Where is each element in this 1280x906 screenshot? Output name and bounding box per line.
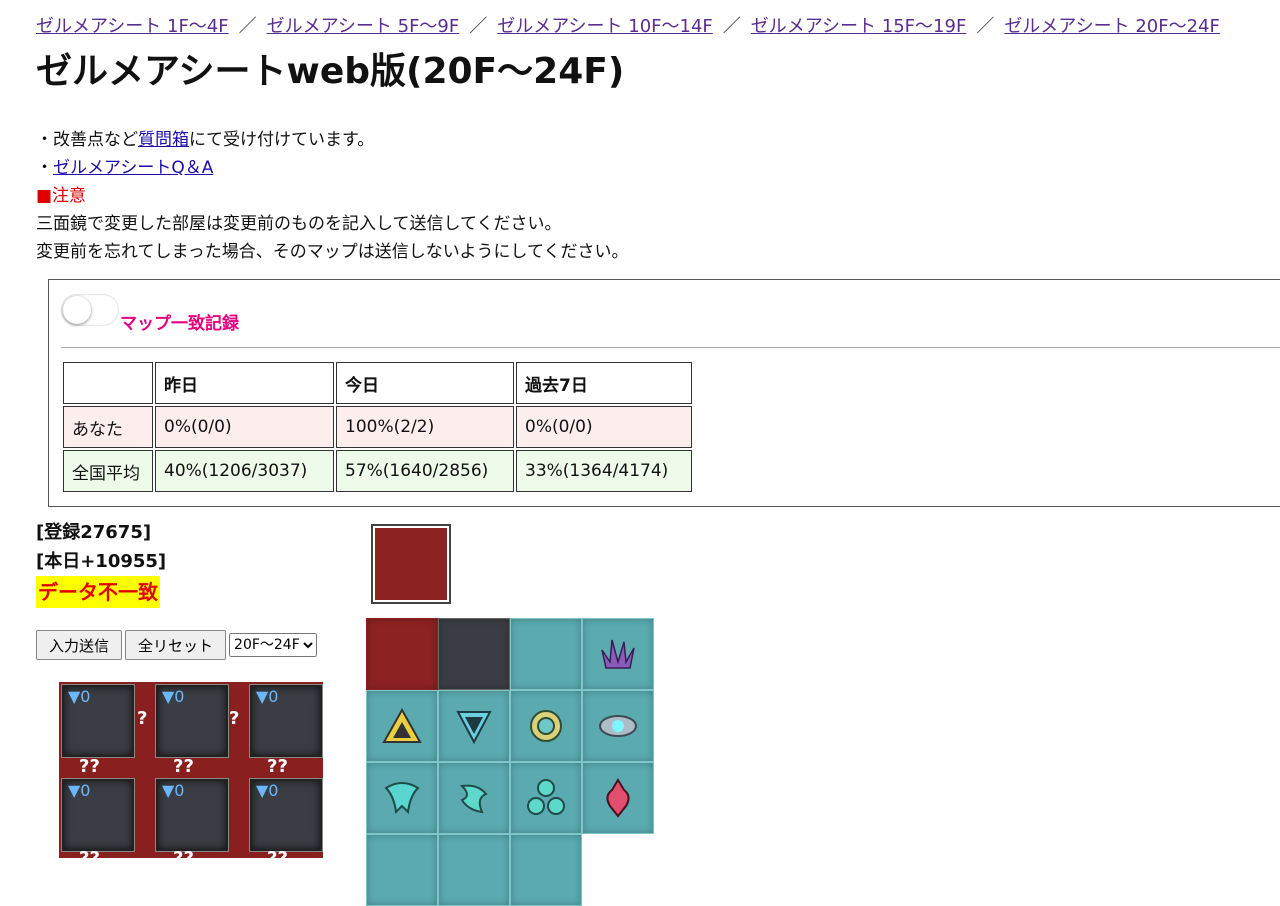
tile-empty-teal[interactable]: [510, 618, 582, 690]
notes: ・改善点など質問箱にて受け付けています。 ・ゼルメアシートQ＆A ■注意 三面鏡…: [36, 126, 628, 266]
cell-count: ▼0: [68, 687, 91, 706]
nav-link-10f-14f[interactable]: ゼルメアシート 10F～14F: [497, 16, 713, 37]
warning-line-2: 変更前を忘れてしまった場合、そのマップは送信しないようにしてください。: [36, 242, 629, 262]
shield-emblem-icon[interactable]: [438, 690, 510, 762]
unknown-path-marker[interactable]: ??: [267, 756, 288, 777]
table-cell: 100%(2/2): [336, 406, 514, 448]
table-row-you: あなた 0%(0/0) 100%(2/2) 0%(0/0): [63, 406, 692, 448]
reset-all-button[interactable]: 全リセット: [125, 630, 227, 660]
flame-emblem-icon[interactable]: [582, 762, 654, 834]
registration-summary: [登録27675] [本日+10955]: [36, 518, 166, 576]
nav-link-5f-9f[interactable]: ゼルメアシート 5F～9F: [267, 16, 460, 37]
crystal-icon[interactable]: [582, 618, 654, 690]
nav-link-1f-4f[interactable]: ゼルメアシート 1F～4F: [36, 16, 229, 37]
unknown-path-marker[interactable]: ??: [173, 848, 194, 858]
header-cell: 昨日: [155, 362, 334, 404]
match-stats-table: 昨日 今日 過去7日 あなた 0%(0/0) 100%(2/2) 0%(0/0)…: [61, 360, 694, 494]
table-row-national: 全国平均 40%(1206/3037) 57%(1640/2856) 33%(1…: [63, 450, 692, 492]
ring-emblem-icon[interactable]: [510, 690, 582, 762]
unknown-path-marker[interactable]: ?: [229, 708, 239, 729]
table-cell: 0%(0/0): [155, 406, 334, 448]
header-cell: 過去7日: [516, 362, 692, 404]
orb-emblem-icon[interactable]: [582, 690, 654, 762]
header-cell: 今日: [336, 362, 514, 404]
warning-line-1: 三面鏡で変更した部屋は変更前のものを記入して送信してください。: [36, 214, 562, 234]
warning-heading: ■注意: [36, 186, 87, 206]
cell-count: ▼0: [256, 781, 279, 800]
divider: [61, 347, 1280, 348]
note-text: ・改善点など: [36, 130, 138, 150]
cell-count: ▼0: [162, 687, 185, 706]
map-cell[interactable]: ▼0: [155, 684, 229, 758]
triskele-emblem-icon[interactable]: [510, 762, 582, 834]
wing-emblem-icon[interactable]: [366, 762, 438, 834]
nav-separator: ／: [238, 16, 257, 37]
submit-button[interactable]: 入力送信: [36, 630, 123, 660]
unknown-path-marker[interactable]: ??: [267, 848, 288, 858]
data-mismatch-badge: データ不一致: [36, 576, 160, 608]
nav-link-15f-19f[interactable]: ゼルメアシート 15F～19F: [751, 16, 967, 37]
selected-tile-preview: [371, 524, 451, 604]
map-cell[interactable]: ▼0: [249, 778, 323, 852]
tile-red-floor[interactable]: [366, 618, 438, 690]
page-title: ゼルメアシートweb版(20F～24F): [36, 51, 625, 92]
map-cell[interactable]: ▼0: [61, 684, 135, 758]
note-text: ・: [36, 158, 53, 178]
map-match-panel: マップ一致記録 昨日 今日 過去7日 あなた 0%(0/0) 100%(2/2)…: [48, 279, 1280, 507]
note-qa: ・ゼルメアシートQ＆A: [36, 154, 628, 182]
toggle-knob: [63, 296, 91, 324]
tile-palette: [366, 618, 654, 906]
map-cell[interactable]: ▼0: [249, 684, 323, 758]
floor-nav: ゼルメアシート 1F～4F ／ ゼルメアシート 5F～9F ／ ゼルメアシート 10F～…: [36, 14, 1280, 40]
tile-partial[interactable]: [510, 834, 582, 906]
unknown-path-marker[interactable]: ??: [79, 848, 100, 858]
map-cell[interactable]: ▼0: [61, 778, 135, 852]
qa-link[interactable]: ゼルメアシートQ＆A: [53, 158, 213, 178]
row-label: 全国平均: [63, 450, 153, 492]
today-count: [本日+10955]: [36, 551, 167, 572]
unknown-path-marker[interactable]: ??: [173, 756, 194, 777]
registered-count: [登録27675]: [36, 522, 152, 543]
note-feedback: ・改善点など質問箱にて受け付けています。: [36, 126, 628, 154]
unknown-path-marker[interactable]: ??: [79, 756, 100, 777]
table-cell: 57%(1640/2856): [336, 450, 514, 492]
tile-partial[interactable]: [366, 834, 438, 906]
tile-dark-room[interactable]: [438, 618, 510, 690]
floor-select[interactable]: 20F～24F: [229, 633, 318, 657]
nav-separator: ／: [976, 16, 995, 37]
row-label: あなた: [63, 406, 153, 448]
nav-link-20f-24f[interactable]: ゼルメアシート 20F～24F: [1004, 16, 1220, 37]
question-box-link[interactable]: 質問箱: [138, 130, 189, 150]
note-text: にて受け付けています。: [189, 130, 375, 150]
toggle-label: マップ一致記録: [120, 314, 239, 334]
map-match-toggle[interactable]: [61, 294, 119, 326]
map-cell[interactable]: ▼0: [155, 778, 229, 852]
table-header-row: 昨日 今日 過去7日: [63, 362, 692, 404]
nav-separator: ／: [722, 16, 741, 37]
controls: 入力送信 全リセット 20F～24F: [36, 630, 318, 660]
table-cell: 0%(0/0): [516, 406, 692, 448]
unknown-path-marker[interactable]: ?: [137, 708, 147, 729]
map-grid: ▼0 ▼0 ▼0 ? ? ?? ?? ?? ▼0 ▼0 ▼0 ?? ?? ??: [59, 682, 323, 858]
header-cell: [63, 362, 153, 404]
nav-separator: ／: [469, 16, 488, 37]
triangle-emblem-icon[interactable]: [366, 690, 438, 762]
table-cell: 40%(1206/3037): [155, 450, 334, 492]
cell-count: ▼0: [162, 781, 185, 800]
cell-count: ▼0: [68, 781, 91, 800]
tile-partial[interactable]: [438, 834, 510, 906]
blade-emblem-icon[interactable]: [438, 762, 510, 834]
table-cell: 33%(1364/4174): [516, 450, 692, 492]
cell-count: ▼0: [256, 687, 279, 706]
